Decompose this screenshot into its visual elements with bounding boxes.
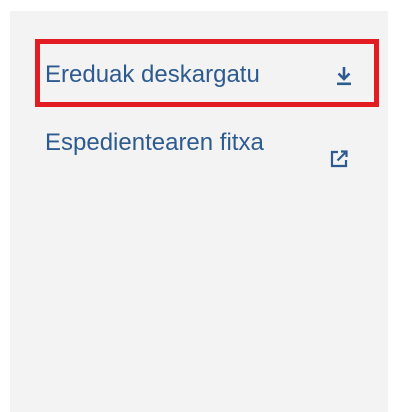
download-templates-label: Ereduak deskargatu <box>45 61 260 88</box>
download-icon <box>337 67 351 86</box>
file-record-label: Espedientearen fitxa <box>45 129 264 156</box>
external-link-icon <box>330 150 348 168</box>
download-templates-link[interactable]: Ereduak deskargatu <box>45 60 355 90</box>
file-record-link[interactable]: Espedientearen fitxa <box>45 128 355 192</box>
